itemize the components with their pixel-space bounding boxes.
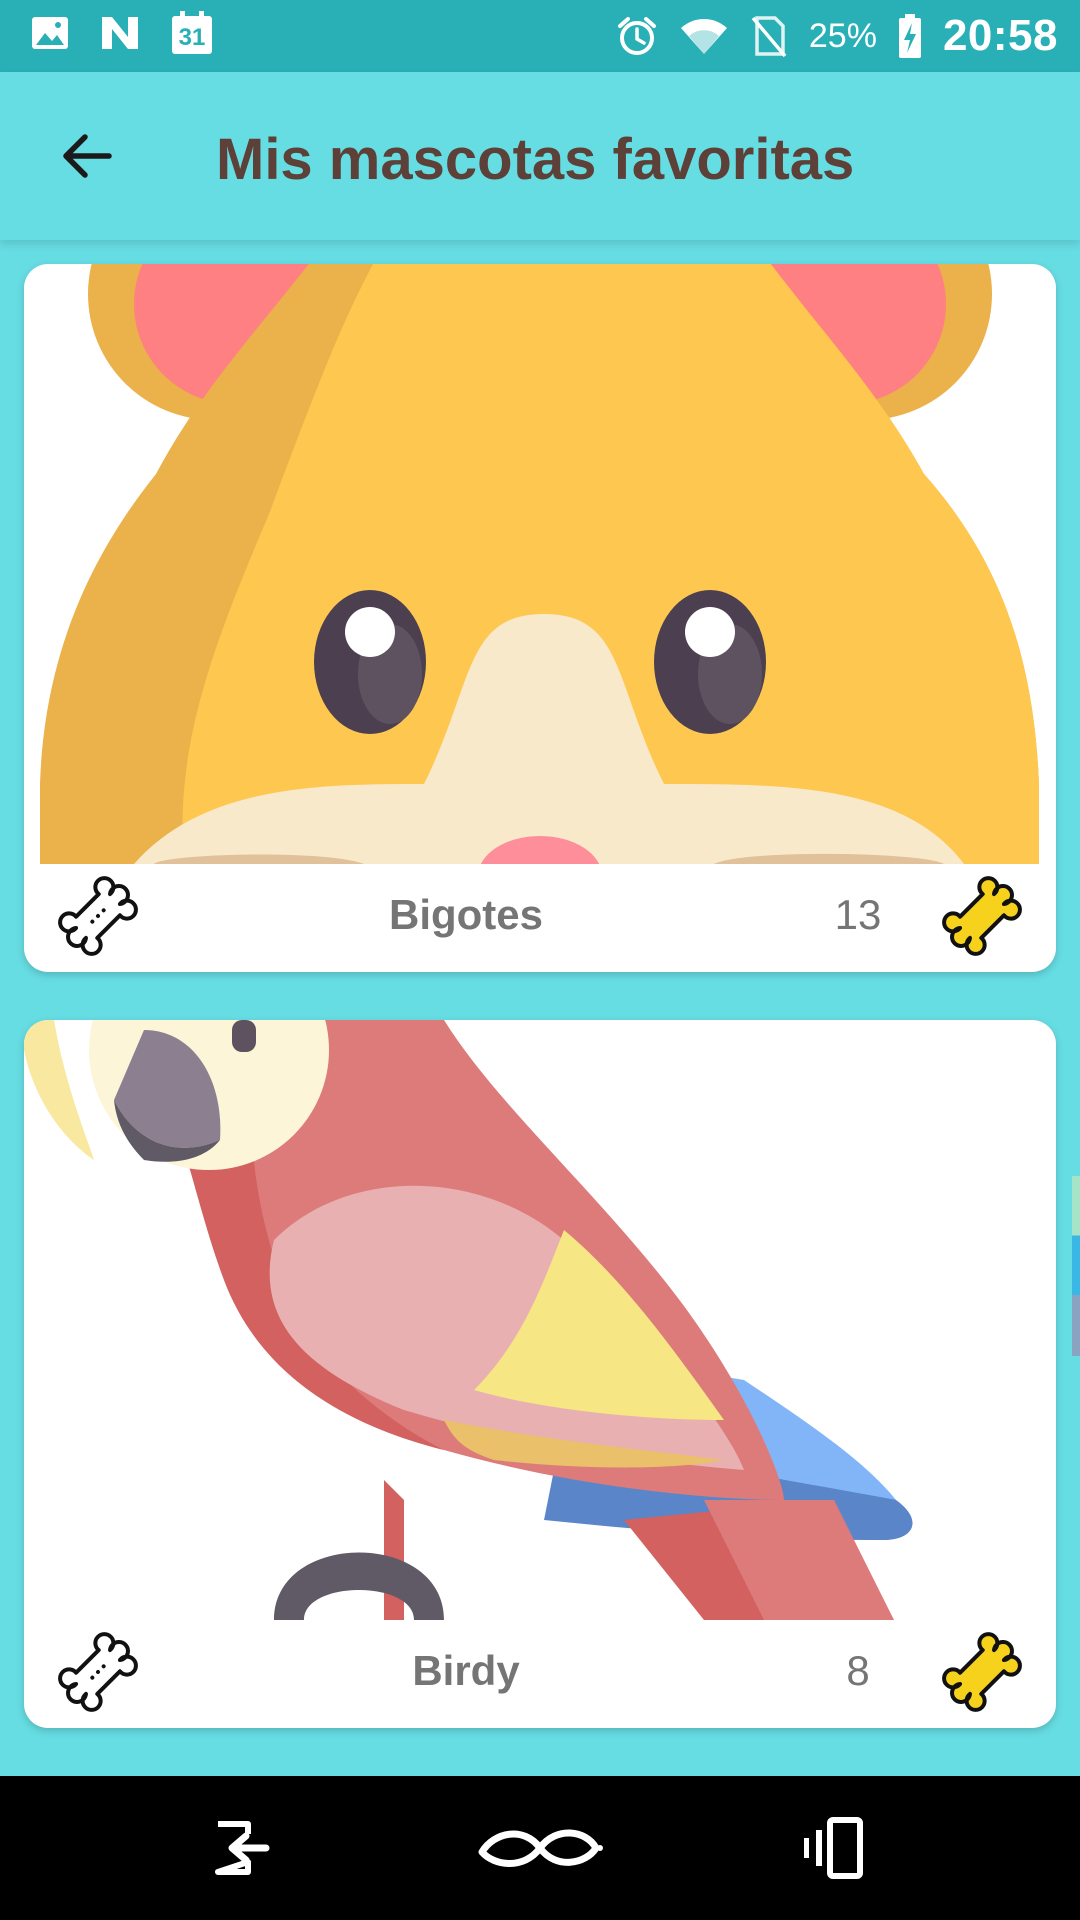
likes-count: 13 <box>834 891 882 938</box>
pet-name: Birdy <box>412 1647 520 1694</box>
status-bar: 31 25% 20:58 <box>0 0 1080 72</box>
page-title: Mis mascotas favoritas <box>216 127 855 192</box>
exit-icon[interactable] <box>204 1812 276 1884</box>
wifi-icon <box>680 19 727 54</box>
recents-icon[interactable] <box>800 1812 872 1884</box>
battery-percent: 25% <box>808 16 877 55</box>
parrot-image <box>24 1020 913 1620</box>
pet-card[interactable]: Birdy 8 <box>24 1020 1056 1728</box>
battery-charging-icon <box>898 14 921 58</box>
bone-filled-icon[interactable] <box>942 876 1022 956</box>
hamster-image <box>40 264 1039 864</box>
bone-filled-icon[interactable] <box>942 1632 1022 1712</box>
pet-name: Bigotes <box>388 891 543 938</box>
image-icon <box>32 17 68 49</box>
calendar-icon: 31 <box>170 10 214 56</box>
scroll-indicator <box>1072 1176 1080 1356</box>
navigation-bar <box>0 1776 1080 1920</box>
calendar-day: 31 <box>178 24 206 51</box>
alarm-icon <box>617 17 656 55</box>
n-notification-icon <box>102 17 138 49</box>
pet-card-footer: Bigotes 13 <box>24 864 1056 972</box>
likes-count: 8 <box>846 1647 870 1694</box>
arrow-back-icon[interactable] <box>55 124 119 188</box>
pet-card-footer: Birdy 8 <box>24 1620 1056 1728</box>
pet-card[interactable]: Bigotes 13 <box>24 264 1056 972</box>
app-bar: Mis mascotas favoritas <box>0 72 1080 240</box>
infinity-knot-icon[interactable] <box>474 1812 606 1884</box>
no-sim-icon <box>751 16 787 58</box>
clock: 20:58 <box>942 11 1058 60</box>
